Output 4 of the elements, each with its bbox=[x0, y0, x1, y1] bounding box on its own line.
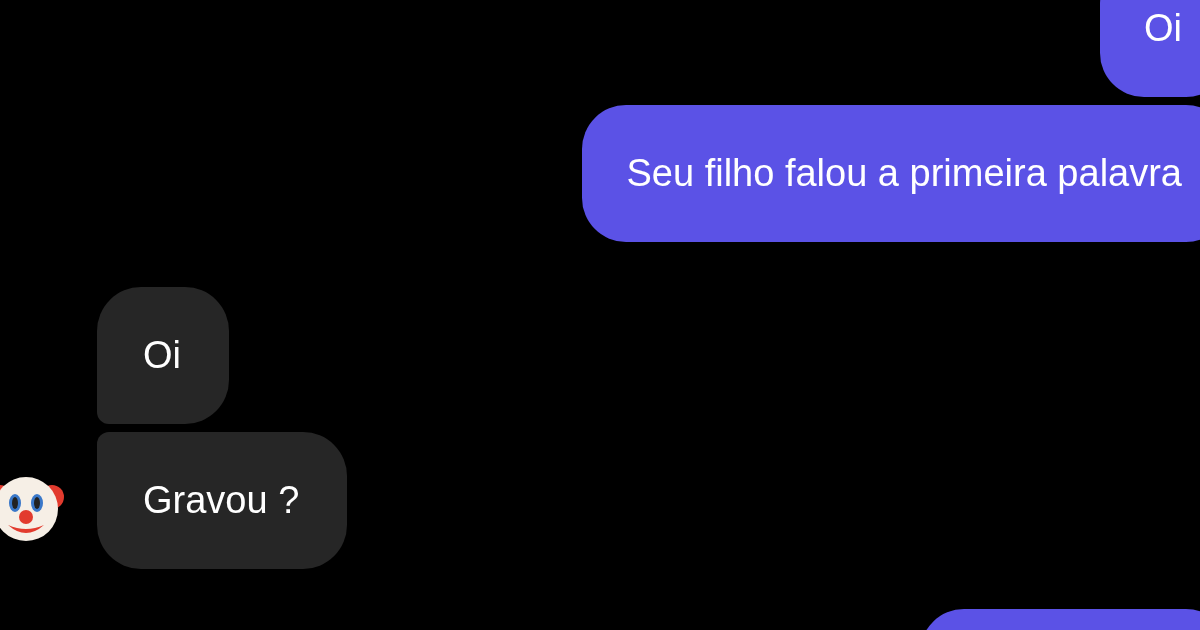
message-bubble: Seu filho falou a primeira palavra bbox=[582, 105, 1200, 242]
message-bubble: Gravou ? bbox=[97, 432, 348, 569]
message-bubble: Oi bbox=[97, 287, 229, 424]
message-bubble: Oi bbox=[1100, 0, 1200, 97]
